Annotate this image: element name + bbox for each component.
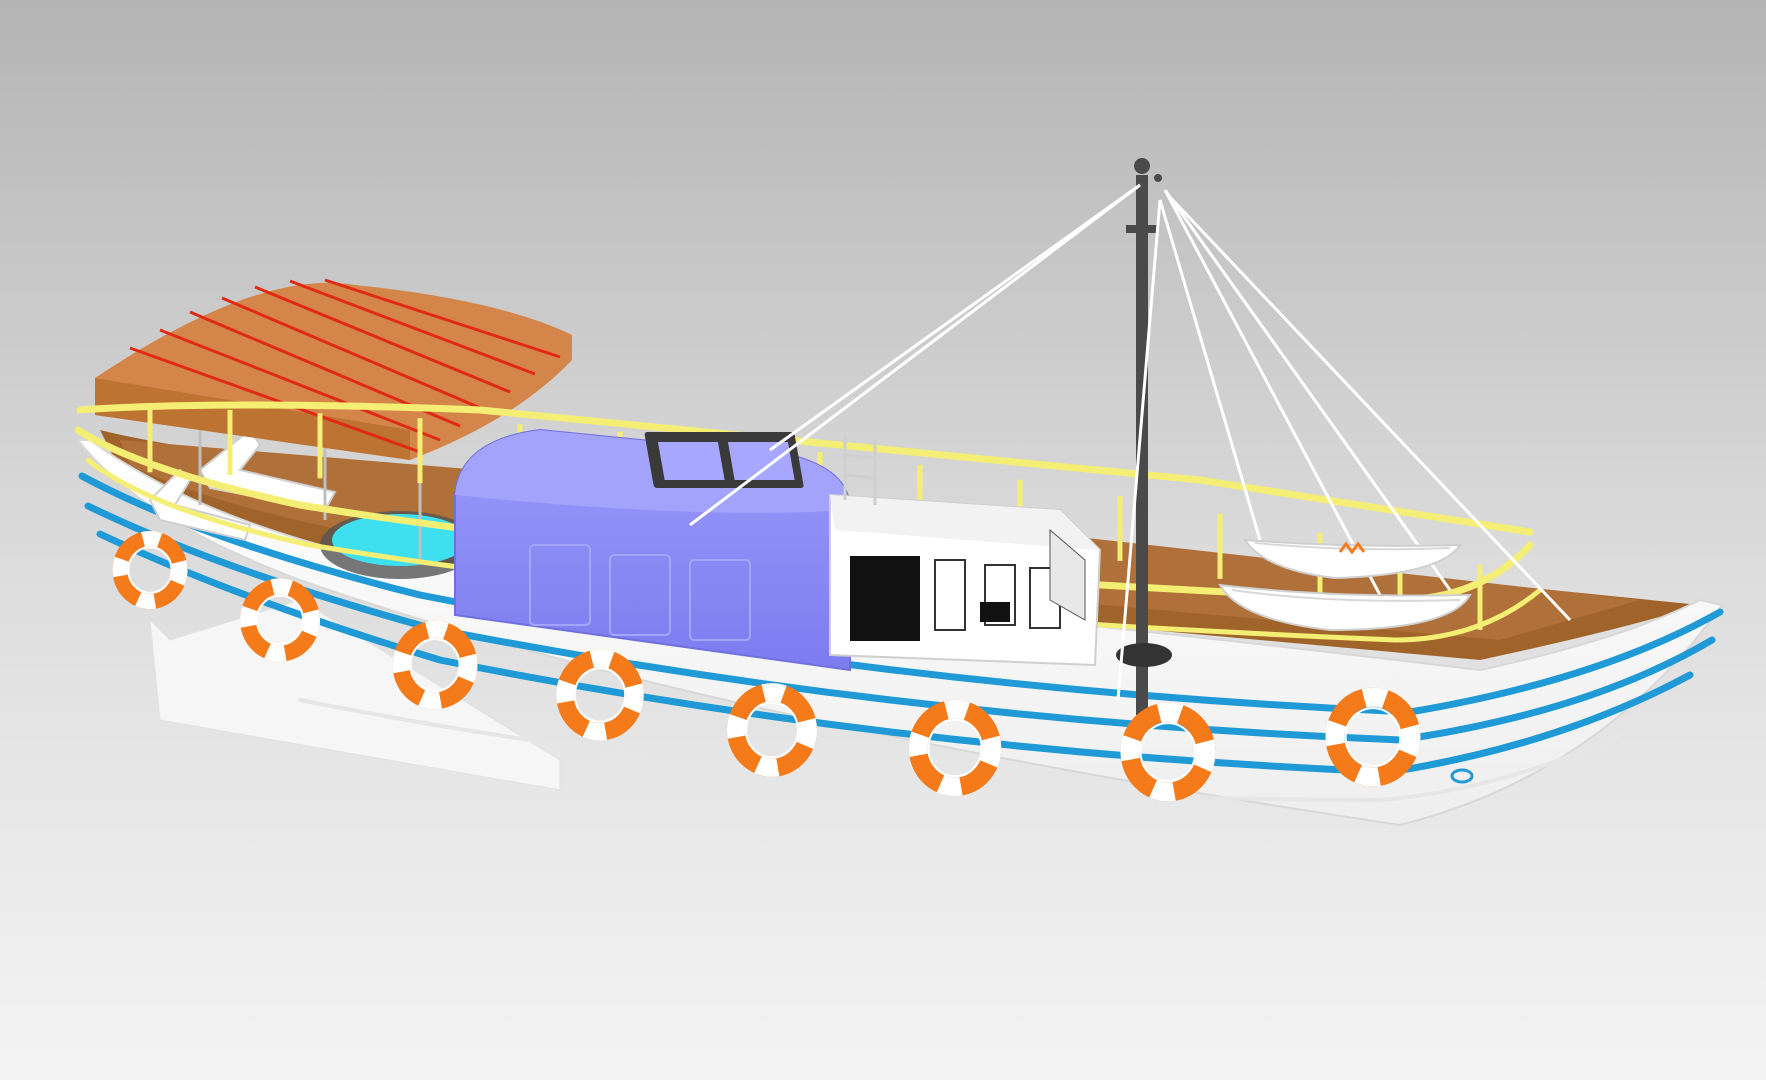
wheelhouse-door [850,556,920,641]
boat-illustration [0,0,1766,1080]
cabin-skylight-pane-1 [657,442,725,480]
wheelhouse-window-1 [934,559,966,631]
cabin-skylight-pane-2 [727,442,795,480]
boat-scene [0,0,1766,1080]
